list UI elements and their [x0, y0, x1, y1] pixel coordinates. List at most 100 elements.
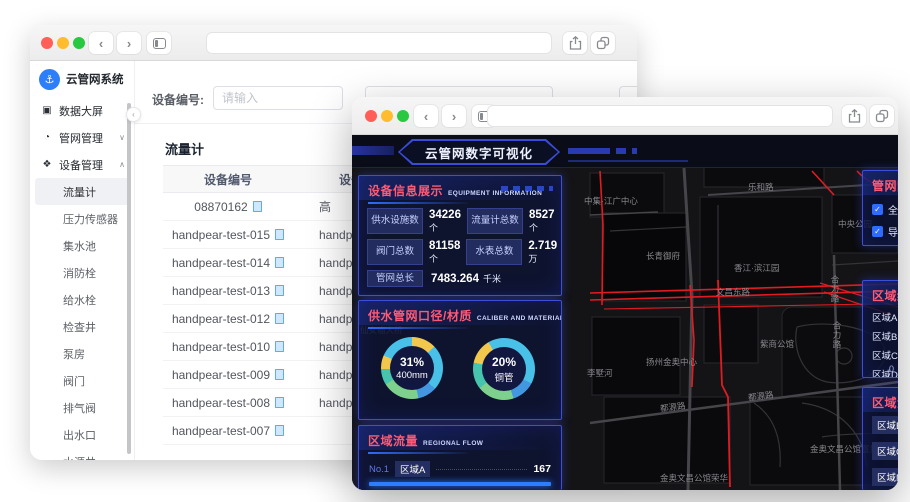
panel-title: 供水管网口径/材质: [368, 309, 472, 323]
sidebar-subitem-inspection-well[interactable]: 检查井: [30, 313, 134, 340]
sidebar-scrollbar[interactable]: [127, 103, 131, 454]
stat-water-meters: 水表总数 2.719 万: [466, 239, 557, 265]
sidebar-collapse-button[interactable]: ‹: [126, 107, 141, 122]
checkbox-checked-icon[interactable]: ✓: [872, 204, 883, 215]
stat-unit: 个: [528, 223, 538, 233]
legend-row: 区域D: [872, 367, 898, 377]
share-button[interactable]: [842, 105, 866, 127]
zoom-window-button[interactable]: [73, 37, 85, 49]
zoom-window-button[interactable]: [397, 110, 409, 122]
map-label: 香江·滨江园: [734, 263, 780, 273]
sidebar-item-label: 管网管理: [59, 132, 103, 145]
forward-button[interactable]: ›: [442, 105, 466, 127]
stat-value: 7483.264: [431, 272, 479, 285]
map-label: 文昌东路: [716, 287, 751, 297]
sidebar-item-pipe-management[interactable]: ◔ 管网管理 ∨: [30, 124, 134, 151]
address-bar[interactable]: [206, 32, 552, 54]
sidebar-subitem-fire-hydrant[interactable]: 消防栓: [30, 259, 134, 286]
legend-row: 区域B: [872, 329, 898, 343]
copy-icon[interactable]: [275, 369, 285, 380]
sidebar-item-device-management[interactable]: ❖ 设备管理 ∧: [30, 151, 134, 178]
device-name: handpe: [319, 367, 360, 382]
checkbox-select-all[interactable]: ✓ 全选: [872, 202, 898, 217]
copy-icon[interactable]: [252, 201, 262, 212]
stat-label: 供水设施数: [367, 208, 423, 234]
panel-title: 管网图层: [872, 179, 898, 193]
tabs-button[interactable]: [591, 32, 615, 54]
panel-title: 区域统计: [872, 289, 898, 303]
forward-button[interactable]: ›: [117, 32, 141, 54]
panel-title: 设备信息展示: [368, 184, 444, 198]
sidebar-subitem-flowmeter[interactable]: 流量计: [35, 178, 129, 205]
share-button[interactable]: [563, 32, 587, 54]
checkbox-checked-icon[interactable]: ✓: [872, 226, 883, 237]
stat-unit: 万: [528, 254, 538, 264]
tabs-button[interactable]: [870, 105, 894, 127]
minimize-window-button[interactable]: [381, 110, 393, 122]
back-button[interactable]: ‹: [89, 32, 113, 54]
sidebar-subitem-pump-house[interactable]: 泵房: [30, 340, 134, 367]
dashboard-viewport: 乐和路 中集·江广中心 中央公园 香江·滨江园 长青御府 文昌东路 合力路 合力…: [352, 135, 898, 490]
stat-label: 流量计总数: [466, 208, 523, 234]
sidebar-subitem-pressure-sensor[interactable]: 压力传感器: [30, 205, 134, 232]
address-bar[interactable]: [487, 105, 833, 127]
copy-icon[interactable]: [275, 257, 285, 268]
close-window-button[interactable]: [41, 37, 53, 49]
sidebar-subitem-water-source-well[interactable]: 水源井: [30, 448, 134, 461]
title-underline: [368, 452, 468, 454]
map-label: 扬州金奥中心: [646, 357, 698, 367]
collapse-icon: ‹: [132, 110, 135, 119]
sidebar-toggle-button[interactable]: [147, 32, 171, 54]
flow-progress-bar: [369, 482, 551, 486]
sidebar-item-data-screen[interactable]: ▣ 数据大屏: [30, 97, 134, 124]
back-button[interactable]: ‹: [414, 105, 438, 127]
sidebar-subitem-exhaust-valve[interactable]: 排气阀: [30, 394, 134, 421]
checkbox-import[interactable]: ✓ 导入: [872, 224, 898, 239]
flow-region: 区域A: [395, 461, 431, 477]
panel-title: 区域流量: [872, 396, 898, 410]
flow-rank: No.1: [369, 463, 390, 475]
minimize-window-button[interactable]: [57, 37, 69, 49]
copy-icon[interactable]: [275, 313, 285, 324]
header-decoration: [632, 148, 637, 154]
sidebar-item-label: 设备管理: [59, 159, 103, 172]
stat-flowmeters: 流量计总数 8527 个: [466, 208, 555, 234]
check-icon: ✓: [874, 227, 881, 236]
map-label: 乐和路: [748, 182, 774, 192]
sidebar-subitem-sump[interactable]: 集水池: [30, 232, 134, 259]
device-id: handpear-test-009: [171, 367, 271, 382]
copy-icon[interactable]: [275, 229, 285, 240]
legend-row: 区域C: [872, 348, 898, 362]
close-window-button[interactable]: [365, 110, 377, 122]
panel-regional-flow: 区域流量 REGIONAL FLOW No.1 区域A 167 No.2 区域C…: [358, 425, 562, 490]
device-id: 08870162: [194, 199, 248, 214]
browser-chrome: ‹ ›: [30, 25, 637, 61]
stat-unit: 个: [429, 223, 439, 233]
screen-icon: ▣: [42, 105, 52, 116]
copy-icon[interactable]: [275, 397, 285, 408]
region-chip: 区域C: [872, 442, 898, 460]
sidebar-subitem-outlet[interactable]: 出水口: [30, 421, 134, 448]
tabs-icon: [596, 36, 610, 50]
legend-row: 区域A: [872, 310, 898, 324]
device-id: handpear-test-008: [171, 395, 271, 410]
map-label: 长青御府: [646, 251, 681, 261]
panel-equipment-info: 设备信息展示 EQUIPMENT INFORMATION 供水设施数 34226…: [358, 175, 562, 296]
donut-label: 铜管: [494, 372, 514, 384]
checkbox-label: 全选: [888, 206, 898, 217]
map-label: 中集·江广中心: [584, 196, 638, 206]
title-underline: [368, 202, 468, 204]
dashboard-header: 云管网数字可视化: [352, 135, 898, 168]
copy-icon[interactable]: [275, 341, 285, 352]
sidebar-subitem-valve[interactable]: 阀门: [30, 367, 134, 394]
sidebar-subitem-water-hydrant[interactable]: 给水栓: [30, 286, 134, 313]
donut-chart-material: 20% 铜管: [473, 338, 535, 400]
region-chip: 区域B: [872, 416, 898, 434]
device-id-input[interactable]: [213, 86, 343, 110]
device-id: handpear-test-014: [171, 255, 271, 270]
copy-icon[interactable]: [275, 425, 285, 436]
device-name: handpe: [319, 255, 360, 270]
stat-label: 管网总长: [367, 270, 423, 288]
copy-icon[interactable]: [275, 285, 285, 296]
app-logo: ⚓: [39, 68, 60, 90]
